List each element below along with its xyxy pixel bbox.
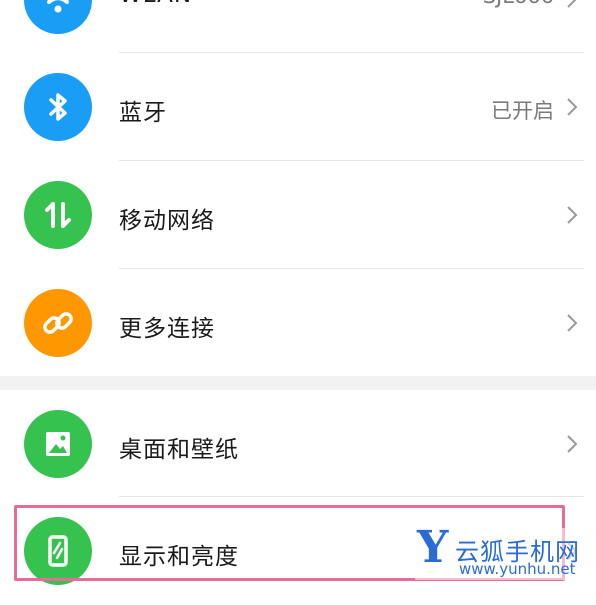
chevron-right-icon [567, 435, 578, 453]
settings-item-label: 桌面和壁纸 [119, 437, 239, 463]
watermark-logo-letter: Y [417, 522, 449, 573]
settings-item-label: 移动网络 [119, 208, 215, 234]
wallpaper-icon-circle [24, 410, 92, 478]
bluetooth-icon [49, 93, 67, 121]
settings-item-bluetooth[interactable]: 蓝牙 已开启 [0, 53, 596, 161]
watermark-url: www.yunhu.net [459, 560, 576, 578]
chevron-right-icon [567, 98, 578, 116]
section-separator [0, 376, 596, 390]
settings-item-wallpaper[interactable]: 桌面和壁纸 [0, 390, 596, 498]
wallpaper-icon [46, 432, 70, 456]
settings-item-label: 更多连接 [119, 316, 215, 342]
settings-item-wlan[interactable]: WLAN SJL666 [0, 0, 596, 54]
settings-item-label: 蓝牙 [119, 100, 167, 126]
mobile-data-icon [45, 202, 71, 228]
settings-item-mobile-network[interactable]: 移动网络 [0, 161, 596, 269]
settings-item-label: WLAN [119, 0, 192, 8]
chevron-right-icon [567, 0, 577, 8]
wifi-icon [47, 0, 69, 13]
mobile-network-icon-circle [24, 181, 92, 249]
bluetooth-icon-circle [24, 73, 92, 141]
link-icon [43, 312, 73, 334]
chevron-right-icon [567, 314, 578, 332]
watermark: Y 云狐手机网 www.yunhu.net [415, 522, 593, 580]
settings-item-value: 已开启 [491, 99, 554, 123]
settings-item-more-connections[interactable]: 更多连接 [0, 269, 596, 377]
wlan-icon-circle [24, 0, 92, 34]
settings-item-value: SJL666 [483, 0, 554, 8]
chevron-right-icon [567, 206, 578, 224]
more-connections-icon-circle [24, 289, 92, 357]
